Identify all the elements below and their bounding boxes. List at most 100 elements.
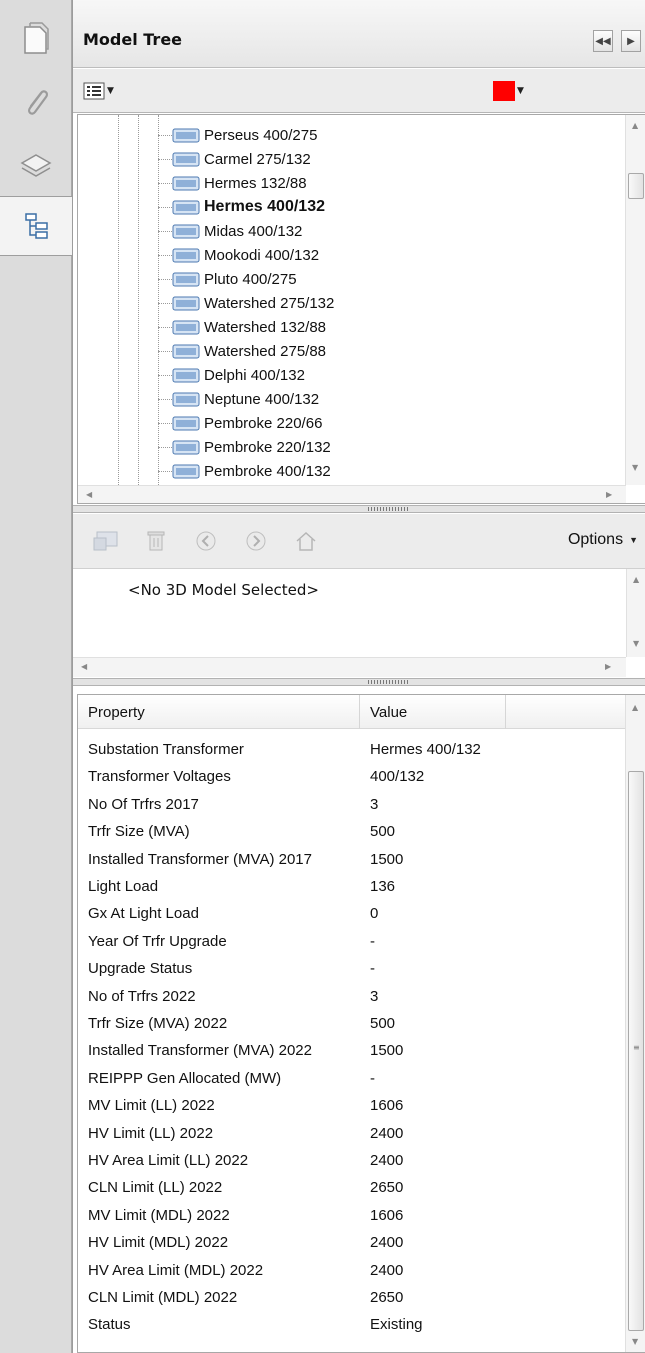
property-row[interactable]: MV Limit (LL) 2022 1606 bbox=[78, 1095, 626, 1119]
view-button[interactable] bbox=[93, 528, 119, 554]
property-name: Transformer Voltages bbox=[88, 768, 231, 786]
splitter-grip[interactable] bbox=[368, 680, 410, 684]
tree-node[interactable]: Pluto 400/275 bbox=[158, 267, 297, 291]
forward-button[interactable] bbox=[243, 528, 269, 554]
scroll-left-icon[interactable]: ◀ bbox=[86, 490, 92, 499]
property-row[interactable]: HV Area Limit (MDL) 2022 2400 bbox=[78, 1260, 626, 1284]
tree-node[interactable]: Watershed 132/88 bbox=[158, 315, 326, 339]
property-row[interactable]: Upgrade Status - bbox=[78, 958, 626, 982]
scroll-right-icon[interactable]: ▶ bbox=[606, 490, 612, 499]
collapse-panel-button[interactable]: ◀◀ bbox=[593, 30, 613, 52]
model-tree-view[interactable]: Perseus 400/275 Carmel 275/132 Hermes 132/… bbox=[77, 114, 645, 504]
tree-node[interactable]: Pembroke 220/132 bbox=[158, 435, 331, 459]
property-row[interactable]: Installed Transformer (MVA) 2022 1500 bbox=[78, 1040, 626, 1064]
pane-splitter[interactable] bbox=[73, 678, 645, 686]
property-value: 400/132 bbox=[370, 768, 425, 786]
property-row[interactable]: Light Load 136 bbox=[78, 876, 626, 900]
delete-button[interactable] bbox=[143, 528, 169, 554]
model-pane-vertical-scrollbar[interactable]: ▲ ▼ bbox=[626, 569, 645, 657]
scroll-right-icon[interactable]: ▶ bbox=[605, 662, 611, 671]
property-row[interactable]: Year Of Trfr Upgrade - bbox=[78, 931, 626, 955]
properties-vertical-scrollbar[interactable]: ▲ ≡ ▼ bbox=[625, 695, 645, 1352]
model-node-icon bbox=[172, 200, 200, 214]
layers-button[interactable] bbox=[0, 136, 72, 196]
model-tree-panel: Model Tree ◀◀ ▶ ▼ ▼ Perseus 400/275 Carm… bbox=[72, 0, 645, 1353]
property-name: HV Area Limit (LL) 2022 bbox=[88, 1152, 249, 1169]
tree-connector bbox=[158, 183, 172, 184]
tree-node[interactable]: Mookodi 400/132 bbox=[158, 243, 319, 267]
model-node-icon bbox=[172, 344, 200, 358]
property-row[interactable]: Gx At Light Load 0 bbox=[78, 903, 626, 927]
attachments-button[interactable] bbox=[0, 72, 72, 132]
property-value: 2650 bbox=[370, 1289, 404, 1306]
tree-node[interactable]: Neptune 400/132 bbox=[158, 387, 319, 411]
property-row[interactable]: Status Existing bbox=[78, 1314, 626, 1338]
property-row[interactable]: MV Limit (MDL) 2022 1606 bbox=[78, 1205, 626, 1229]
model-info-pane: <No 3D Model Selected> ▲ ▼ ◀ ▶ bbox=[73, 568, 645, 677]
tree-node[interactable]: Delphi 400/132 bbox=[158, 363, 305, 387]
back-button[interactable] bbox=[193, 528, 219, 554]
property-row[interactable]: Trfr Size (MVA) 500 bbox=[78, 821, 626, 845]
model-tree-icon bbox=[24, 213, 48, 239]
tree-connector bbox=[158, 423, 172, 424]
tree-node[interactable]: Perseus 400/275 bbox=[158, 123, 317, 147]
model-node-icon bbox=[172, 440, 200, 454]
pane-splitter[interactable] bbox=[73, 505, 645, 513]
home-icon bbox=[296, 531, 316, 551]
model-tree-button[interactable] bbox=[0, 196, 73, 256]
scroll-up-icon[interactable]: ▲ bbox=[632, 121, 638, 130]
tree-node[interactable]: Carmel 275/132 bbox=[158, 147, 311, 171]
tree-node[interactable]: Pembroke 400/132 bbox=[158, 459, 331, 483]
property-row[interactable]: HV Limit (MDL) 2022 2400 bbox=[78, 1232, 626, 1256]
tree-connector bbox=[158, 279, 172, 280]
highlight-color-dropdown[interactable]: ▼ bbox=[493, 81, 524, 101]
property-row[interactable]: No Of Trfrs 2017 3 bbox=[78, 794, 626, 818]
scroll-up-icon[interactable]: ▲ bbox=[633, 575, 639, 584]
back-icon bbox=[196, 531, 216, 551]
property-row[interactable]: Substation Transformer Hermes 400/132 bbox=[78, 739, 626, 763]
model-node-icon bbox=[172, 320, 200, 334]
value-column-header[interactable]: Value bbox=[360, 695, 506, 729]
tree-horizontal-scrollbar[interactable]: ◀ ▶ bbox=[78, 485, 626, 503]
tree-connector bbox=[158, 135, 172, 136]
scroll-left-icon[interactable]: ◀ bbox=[81, 662, 87, 671]
tree-node-label: Watershed 275/88 bbox=[204, 342, 327, 360]
tree-node[interactable]: Pembroke 220/66 bbox=[158, 411, 322, 435]
tree-node[interactable]: Midas 400/132 bbox=[158, 219, 302, 243]
splitter-grip[interactable] bbox=[368, 507, 410, 511]
tree-node[interactable]: Watershed 275/88 bbox=[158, 339, 327, 363]
options-dropdown[interactable]: Options ▼ bbox=[568, 531, 638, 549]
tree-vertical-scrollbar[interactable]: ▲ ▼ bbox=[625, 115, 645, 485]
property-row[interactable]: Trfr Size (MVA) 2022 500 bbox=[78, 1013, 626, 1037]
tree-node[interactable]: Hermes 400/132 bbox=[158, 195, 325, 219]
property-row[interactable]: No of Trfrs 2022 3 bbox=[78, 986, 626, 1010]
chevron-down-icon: ▼ bbox=[107, 86, 114, 96]
scroll-down-icon[interactable]: ▼ bbox=[633, 639, 639, 648]
property-name: Trfr Size (MVA) 2022 bbox=[88, 1015, 228, 1032]
property-column-header[interactable]: Property bbox=[78, 695, 360, 729]
tree-node[interactable]: Watershed 275/132 bbox=[158, 291, 335, 315]
property-name: Trfr Size (MVA) bbox=[88, 823, 190, 841]
tree-guide-line bbox=[118, 115, 119, 485]
scrollbar-thumb[interactable] bbox=[628, 173, 644, 199]
next-panel-button[interactable]: ▶ bbox=[621, 30, 641, 52]
tree-node-label: Watershed 275/132 bbox=[204, 294, 335, 312]
property-row[interactable]: CLN Limit (LL) 2022 2650 bbox=[78, 1177, 626, 1201]
tree-items: Perseus 400/275 Carmel 275/132 Hermes 132/… bbox=[78, 115, 626, 485]
property-row[interactable]: Installed Transformer (MVA) 2017 1500 bbox=[78, 849, 626, 873]
scroll-up-icon[interactable]: ▲ bbox=[632, 703, 638, 712]
tree-node[interactable]: Hermes 132/88 bbox=[158, 171, 307, 195]
scroll-down-icon[interactable]: ▼ bbox=[632, 1337, 638, 1346]
property-row[interactable]: CLN Limit (MDL) 2022 2650 bbox=[78, 1287, 626, 1311]
property-row[interactable]: REIPPP Gen Allocated (MW) - bbox=[78, 1068, 626, 1092]
view-options-dropdown[interactable]: ▼ bbox=[83, 81, 114, 101]
model-pane-horizontal-scrollbar[interactable]: ◀ ▶ bbox=[73, 657, 626, 677]
property-row[interactable]: HV Limit (LL) 2022 2400 bbox=[78, 1123, 626, 1147]
tree-connector bbox=[158, 255, 172, 256]
property-row[interactable]: HV Area Limit (LL) 2022 2400 bbox=[78, 1150, 626, 1174]
tree-connector bbox=[158, 231, 172, 232]
home-button[interactable] bbox=[293, 528, 319, 554]
property-row[interactable]: Transformer Voltages 400/132 bbox=[78, 766, 626, 790]
pages-button[interactable] bbox=[0, 8, 72, 68]
scroll-down-icon[interactable]: ▼ bbox=[632, 463, 638, 472]
